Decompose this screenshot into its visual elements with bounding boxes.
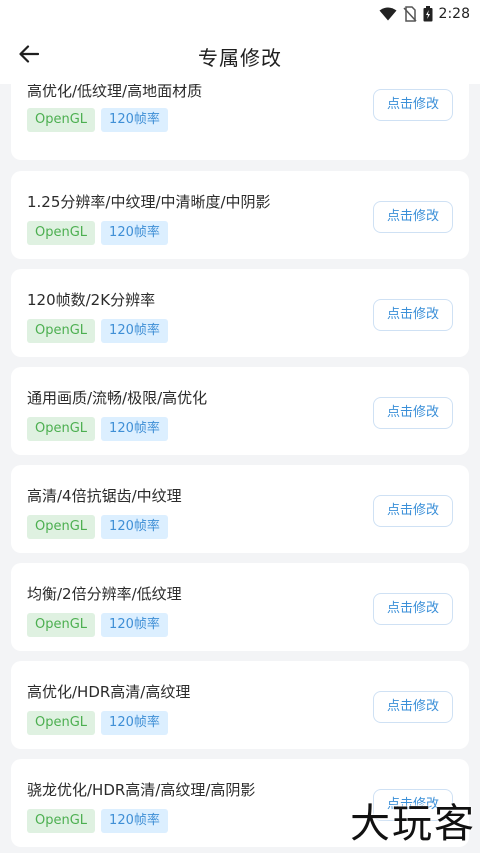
api-tag: OpenGL (27, 221, 96, 245)
status-bar: 2:28 (0, 0, 480, 28)
modify-button[interactable]: 点击修改 (373, 397, 453, 429)
fps-tag: 120帧率 (101, 319, 168, 343)
api-tag: OpenGL (27, 319, 96, 343)
api-tag: OpenGL (27, 711, 96, 735)
config-card: 120帧数/2K分辨率 OpenGL 120帧率 点击修改 (11, 269, 469, 357)
config-title: 120帧数/2K分辨率 (27, 291, 156, 309)
tag-group: OpenGL 120帧率 (27, 711, 168, 735)
tag-group: OpenGL 120帧率 (27, 613, 168, 637)
api-tag: OpenGL (27, 613, 96, 637)
tag-group: OpenGL 120帧率 (27, 809, 168, 833)
watermark-logo: 大玩客 (350, 801, 476, 847)
api-tag: OpenGL (27, 515, 96, 539)
config-title: 高优化/低纹理/高地面材质 (27, 84, 203, 100)
battery-icon (423, 6, 433, 22)
wifi-icon (379, 7, 397, 21)
config-title: 高清/4倍抗锯齿/中纹理 (27, 487, 182, 505)
api-tag: OpenGL (27, 108, 96, 132)
config-card: 高优化/HDR高清/高纹理 OpenGL 120帧率 点击修改 (11, 661, 469, 749)
modify-button[interactable]: 点击修改 (373, 89, 453, 121)
page-title: 专属修改 (198, 46, 282, 70)
app-bar: 专属修改 (0, 28, 480, 84)
modify-button[interactable]: 点击修改 (373, 593, 453, 625)
config-title: 通用画质/流畅/极限/高优化 (27, 389, 208, 407)
api-tag: OpenGL (27, 809, 96, 833)
config-list[interactable]: 高优化/低纹理/高地面材质 OpenGL 120帧率 点击修改 1.25分辨率/… (0, 84, 480, 853)
config-card: 通用画质/流畅/极限/高优化 OpenGL 120帧率 点击修改 (11, 367, 469, 455)
tag-group: OpenGL 120帧率 (27, 319, 168, 343)
tag-group: OpenGL 120帧率 (27, 221, 168, 245)
config-card: 均衡/2倍分辨率/低纹理 OpenGL 120帧率 点击修改 (11, 563, 469, 651)
config-title: 高优化/HDR高清/高纹理 (27, 683, 191, 701)
api-tag: OpenGL (27, 417, 96, 441)
config-title: 骁龙优化/HDR高清/高纹理/高阴影 (27, 781, 256, 799)
clock: 2:28 (438, 6, 470, 22)
tag-group: OpenGL 120帧率 (27, 108, 168, 132)
config-card: 1.25分辨率/中纹理/中清晰度/中阴影 OpenGL 120帧率 点击修改 (11, 171, 469, 259)
fps-tag: 120帧率 (101, 515, 168, 539)
fps-tag: 120帧率 (101, 809, 168, 833)
modify-button[interactable]: 点击修改 (373, 495, 453, 527)
modify-button[interactable]: 点击修改 (373, 201, 453, 233)
status-icons: 2:28 (379, 4, 470, 24)
config-card: 高清/4倍抗锯齿/中纹理 OpenGL 120帧率 点击修改 (11, 465, 469, 553)
config-title: 均衡/2倍分辨率/低纹理 (27, 585, 182, 603)
config-title: 1.25分辨率/中纹理/中清晰度/中阴影 (27, 193, 271, 211)
fps-tag: 120帧率 (101, 613, 168, 637)
config-card: 高优化/低纹理/高地面材质 OpenGL 120帧率 点击修改 (11, 84, 469, 160)
no-sim-icon (402, 6, 417, 22)
tag-group: OpenGL 120帧率 (27, 417, 168, 441)
fps-tag: 120帧率 (101, 417, 168, 441)
modify-button[interactable]: 点击修改 (373, 691, 453, 723)
tag-group: OpenGL 120帧率 (27, 515, 168, 539)
modify-button[interactable]: 点击修改 (373, 299, 453, 331)
fps-tag: 120帧率 (101, 711, 168, 735)
fps-tag: 120帧率 (101, 221, 168, 245)
fps-tag: 120帧率 (101, 108, 168, 132)
